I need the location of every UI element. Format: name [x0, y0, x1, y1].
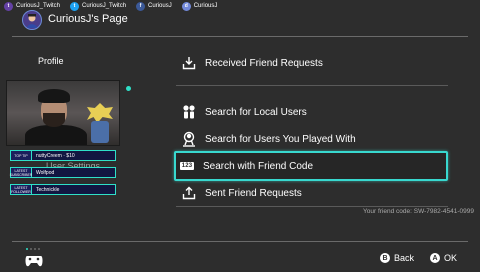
menu-item-label: Sent Friend Requests [205, 187, 302, 199]
menu-item-label: Search for Local Users [205, 106, 307, 118]
menu-item-received-requests[interactable]: Received Friend Requests [176, 50, 448, 76]
webcam-overlay [6, 80, 120, 146]
overlay-tag: LATEST SUBSCRIBER [9, 167, 33, 178]
outbox-upload-icon [181, 185, 197, 201]
figurine-hair [87, 103, 113, 123]
back-button[interactable]: B Back [380, 253, 414, 263]
social-facebook-label: CuriousJ [148, 3, 172, 9]
page-title: CuriousJ's Page [48, 13, 128, 25]
friend-code-badge: 123 [180, 162, 194, 170]
user-avatar-icon [22, 10, 42, 30]
overlay-latest-follower: LATEST FOLLOWER Technickle [10, 184, 116, 195]
footer-divider [12, 241, 468, 242]
menu-item-sent-requests[interactable]: Sent Friend Requests [176, 180, 448, 206]
streamer-shoulders [25, 125, 87, 145]
figurine [85, 103, 115, 143]
overlay-value: Wolfpod [32, 167, 116, 178]
menu-divider [176, 85, 448, 86]
menu-item-search-played-with[interactable]: Search for Users You Played With [176, 126, 448, 152]
overlay-value: nuttyCreem · $10 [32, 150, 116, 161]
header-divider [12, 36, 468, 37]
local-users-icon [181, 104, 197, 120]
played-with-icon [181, 131, 197, 147]
friend-code-icon: 123 [179, 158, 195, 174]
friend-code-text: Your friend code: SW-7982-4541-0999 [363, 208, 474, 215]
streamer-hat [38, 89, 70, 103]
active-indicator [126, 86, 131, 91]
social-discord-label: CuriousJ [193, 3, 218, 9]
sidebar-item-profile[interactable]: Profile [38, 56, 64, 66]
menu-divider [176, 206, 448, 207]
menu-item-label: Received Friend Requests [205, 57, 323, 69]
social-twitch-label: CuriousJ_Twitch [16, 3, 61, 9]
social-twitter-label: CuriousJ_Twitch [82, 3, 127, 9]
controller-icon [24, 249, 44, 269]
streamer-beard [43, 113, 65, 127]
overlay-top-tip: TOP TIP nuttyCreem · $10 [10, 150, 116, 161]
figurine-body [91, 121, 109, 143]
back-label: Back [394, 253, 415, 263]
b-button-icon: B [380, 253, 390, 263]
menu-item-search-local[interactable]: Search for Local Users [176, 99, 448, 125]
overlay-latest-subscriber: LATEST SUBSCRIBER Wolfpod [10, 167, 116, 178]
inbox-download-icon [181, 55, 197, 71]
ok-label: OK [444, 253, 458, 263]
menu-item-search-friend-code[interactable]: 123 Search with Friend Code [174, 151, 448, 181]
overlay-tag: LATEST FOLLOWER [10, 184, 32, 195]
overlay-value: Technickle [32, 184, 116, 195]
menu-item-label: Search with Friend Code [203, 160, 314, 172]
page-header: CuriousJ's Page [0, 10, 480, 30]
overlay-tag: TOP TIP [10, 150, 32, 161]
ok-button[interactable]: A OK [430, 253, 457, 263]
a-button-icon: A [430, 253, 440, 263]
menu-item-label: Search for Users You Played With [205, 133, 356, 145]
